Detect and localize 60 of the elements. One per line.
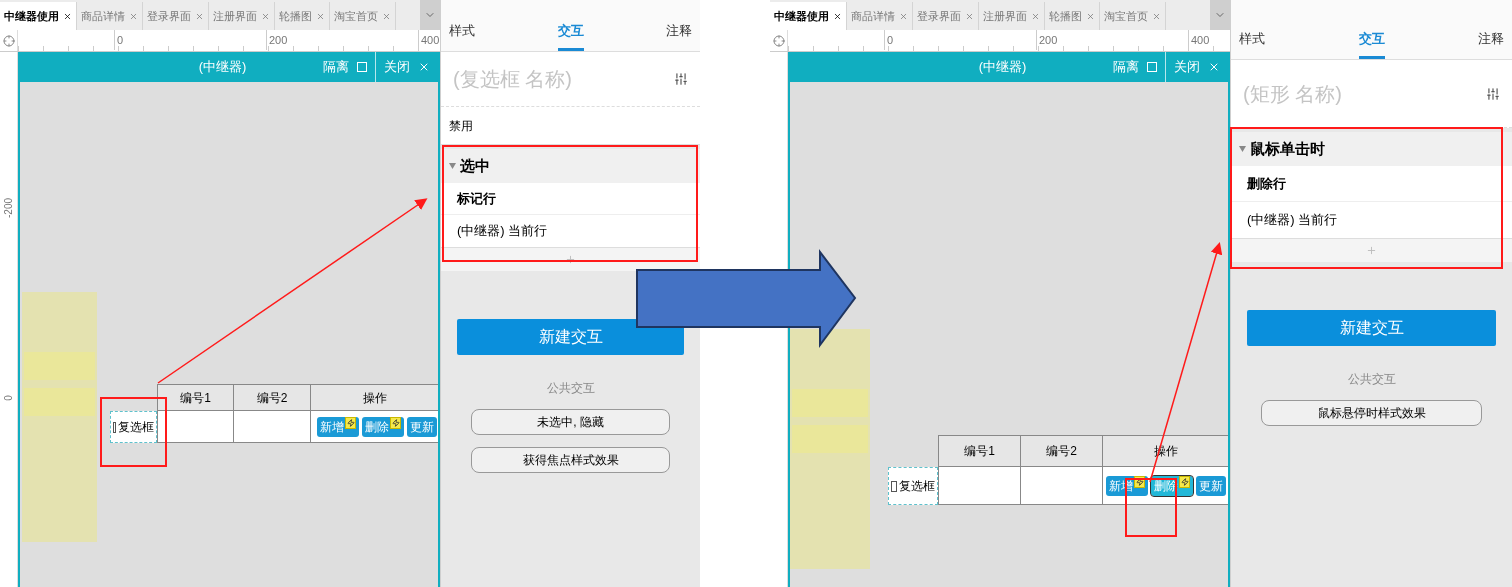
- lightning-icon: [1179, 475, 1190, 488]
- tab-dropdown[interactable]: [1210, 0, 1230, 30]
- sliders-icon[interactable]: [1486, 86, 1500, 101]
- crosshair-icon: [2, 34, 15, 47]
- section-title: 公共交互: [545, 380, 596, 397]
- lightning-icon: [345, 416, 356, 429]
- common-interaction-button[interactable]: 未选中, 隐藏: [471, 409, 670, 435]
- close-button[interactable]: 关闭: [1166, 57, 1228, 77]
- name-field[interactable]: (矩形 名称): [1231, 60, 1512, 128]
- document-tab[interactable]: 中继器使用: [770, 2, 847, 30]
- row-button[interactable]: 删除: [362, 416, 404, 437]
- repeater-title: (中继器): [197, 58, 248, 77]
- section-title: 公共交互: [1346, 371, 1397, 388]
- plus-icon: [565, 254, 576, 265]
- caret-icon: [1239, 146, 1246, 152]
- column-header: 操作: [362, 389, 388, 407]
- ruler-label: 0: [884, 30, 894, 50]
- document-tab[interactable]: 中继器使用: [0, 2, 77, 30]
- ruler-label: 400: [1188, 30, 1210, 50]
- action-row[interactable]: 标记行: [441, 183, 700, 215]
- name-input[interactable]: (矩形 名称): [1243, 78, 1486, 109]
- common-interaction-button[interactable]: 鼠标悬停时样式效果: [1261, 400, 1482, 426]
- name-field[interactable]: (复选框 名称): [441, 52, 700, 107]
- checkbox[interactable]: 复选框: [888, 467, 938, 505]
- plus-icon: [1366, 245, 1377, 256]
- lightning-icon: [1134, 475, 1145, 488]
- target-row[interactable]: (中继器) 当前行: [1231, 202, 1512, 238]
- new-interaction-button[interactable]: 新建交互: [457, 319, 684, 355]
- panel-tab[interactable]: 样式: [449, 20, 475, 51]
- ruler-label: 0: [114, 30, 124, 50]
- name-input[interactable]: (复选框 名称): [453, 64, 674, 94]
- row-button[interactable]: 更新: [1196, 475, 1226, 496]
- new-interaction-button[interactable]: 新建交互: [1247, 310, 1496, 346]
- sliders-icon[interactable]: [674, 72, 688, 86]
- row-button[interactable]: 新增: [317, 416, 359, 437]
- repeater-title: (中继器): [977, 58, 1028, 77]
- event-row[interactable]: 禁用: [441, 107, 700, 145]
- action-row[interactable]: 删除行: [1231, 166, 1512, 202]
- event-header[interactable]: 鼠标单击时: [1231, 132, 1512, 166]
- panel-tab[interactable]: 注释: [1478, 28, 1504, 59]
- close-icon[interactable]: [833, 11, 842, 21]
- common-interaction-button[interactable]: 获得焦点样式效果: [471, 447, 670, 473]
- close-button[interactable]: 关闭: [376, 57, 438, 77]
- event-header[interactable]: 选中: [441, 149, 700, 183]
- row-button[interactable]: 更新: [407, 416, 437, 437]
- checkbox[interactable]: 复选框: [110, 411, 157, 443]
- crosshair-icon: [772, 34, 785, 47]
- panel-tab[interactable]: 样式: [1239, 28, 1265, 59]
- tab-dropdown[interactable]: [420, 0, 440, 30]
- panel-tab[interactable]: 注释: [666, 20, 692, 51]
- close-icon[interactable]: [63, 11, 72, 21]
- highlight-frame: [100, 397, 167, 467]
- lightning-icon: [390, 416, 401, 429]
- ruler-label: 200: [266, 30, 288, 50]
- ruler-label: -200: [3, 197, 15, 220]
- caret-icon: [449, 163, 456, 169]
- target-row[interactable]: (中继器) 当前行: [441, 215, 700, 247]
- ruler-label: 0: [3, 394, 15, 403]
- ruler-label: 400: [418, 30, 440, 50]
- ruler-label: 200: [1036, 30, 1058, 50]
